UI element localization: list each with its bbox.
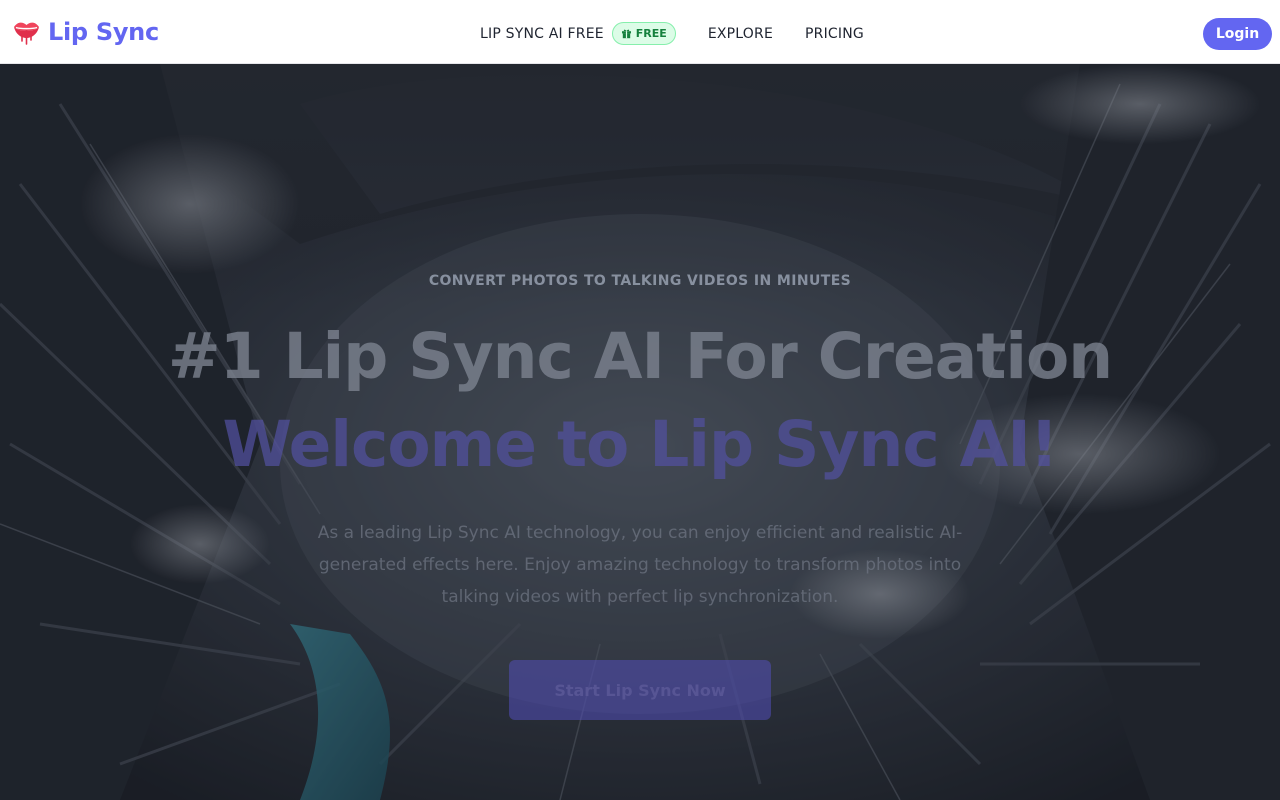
brand-name: Lip Sync xyxy=(48,18,159,46)
nav-item-lip-sync-ai-free[interactable]: LIP SYNC AI FREE FREE xyxy=(480,22,676,45)
hero-content: CONVERT PHOTOS TO TALKING VIDEOS IN MINU… xyxy=(0,64,1280,800)
free-badge: FREE xyxy=(611,22,676,45)
lips-icon xyxy=(14,22,39,45)
nav-link-explore[interactable]: EXPLORE xyxy=(708,26,773,42)
nav-link-lip-sync-ai-free[interactable]: LIP SYNC AI FREE xyxy=(480,26,604,42)
brand-logo-link[interactable]: Lip Sync xyxy=(12,18,159,46)
top-nav-bar: Lip Sync LIP SYNC AI FREE FREE EXPLORE P… xyxy=(0,0,1280,64)
hero-eyebrow: CONVERT PHOTOS TO TALKING VIDEOS IN MINU… xyxy=(428,273,852,289)
hero-headline: #1 Lip Sync AI For Creation xyxy=(167,320,1113,393)
start-lip-sync-button[interactable]: Start Lip Sync Now xyxy=(509,660,771,720)
hero-section: CONVERT PHOTOS TO TALKING VIDEOS IN MINU… xyxy=(0,64,1280,800)
free-badge-label: FREE xyxy=(635,27,667,40)
main-nav: LIP SYNC AI FREE FREE EXPLORE PRICING xyxy=(480,22,864,45)
hero-description: As a leading Lip Sync AI technology, you… xyxy=(317,523,963,607)
nav-link-pricing[interactable]: PRICING xyxy=(805,26,864,42)
login-button[interactable]: Login xyxy=(1203,18,1272,50)
hero-subheadline: Welcome to Lip Sync AI! xyxy=(222,408,1058,481)
gift-icon xyxy=(621,29,631,39)
